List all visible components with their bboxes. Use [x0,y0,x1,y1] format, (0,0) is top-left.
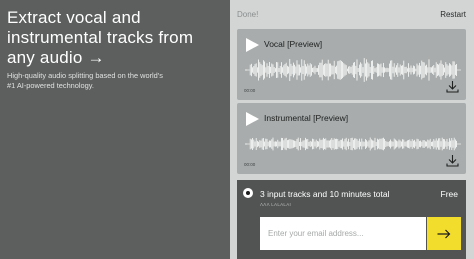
result-panel: Done! Restart Vocal [Preview] 00:00 Inst… [230,0,474,259]
hero-subtitle: High-quality audio splitting based on th… [7,71,163,90]
vocal-track-title: Vocal [Preview] [264,39,323,49]
hero-title[interactable]: Extract vocal and instrumental tracks fr… [7,8,222,68]
instrumental-track-time: 00:00 [244,162,256,167]
arrow-right-icon [437,229,451,238]
restart-button[interactable]: Restart [440,10,466,19]
email-input[interactable] [260,217,426,250]
play-icon[interactable] [244,111,260,127]
plan-label: 3 input tracks and 10 minutes total [260,189,390,199]
plan-radio[interactable] [243,188,253,198]
hero-panel: Extract vocal and instrumental tracks fr… [0,0,230,259]
plan-brand-text: ΛΛΛ LALALAI [260,202,292,207]
done-status: Done! [237,10,259,19]
submit-button[interactable] [427,217,461,250]
download-icon[interactable] [446,80,459,93]
instrumental-waveform[interactable] [245,131,461,157]
vocal-track-time: 00:00 [244,88,256,93]
vocal-track-card: Vocal [Preview] 00:00 [237,29,466,100]
plan-panel: 3 input tracks and 10 minutes total Free… [237,180,466,259]
play-icon[interactable] [244,37,260,53]
plan-price: Free [440,189,458,199]
vocal-waveform[interactable] [245,57,461,83]
instrumental-track-title: Instrumental [Preview] [264,113,349,123]
instrumental-track-card: Instrumental [Preview] 00:00 [237,103,466,174]
download-icon[interactable] [446,154,459,167]
